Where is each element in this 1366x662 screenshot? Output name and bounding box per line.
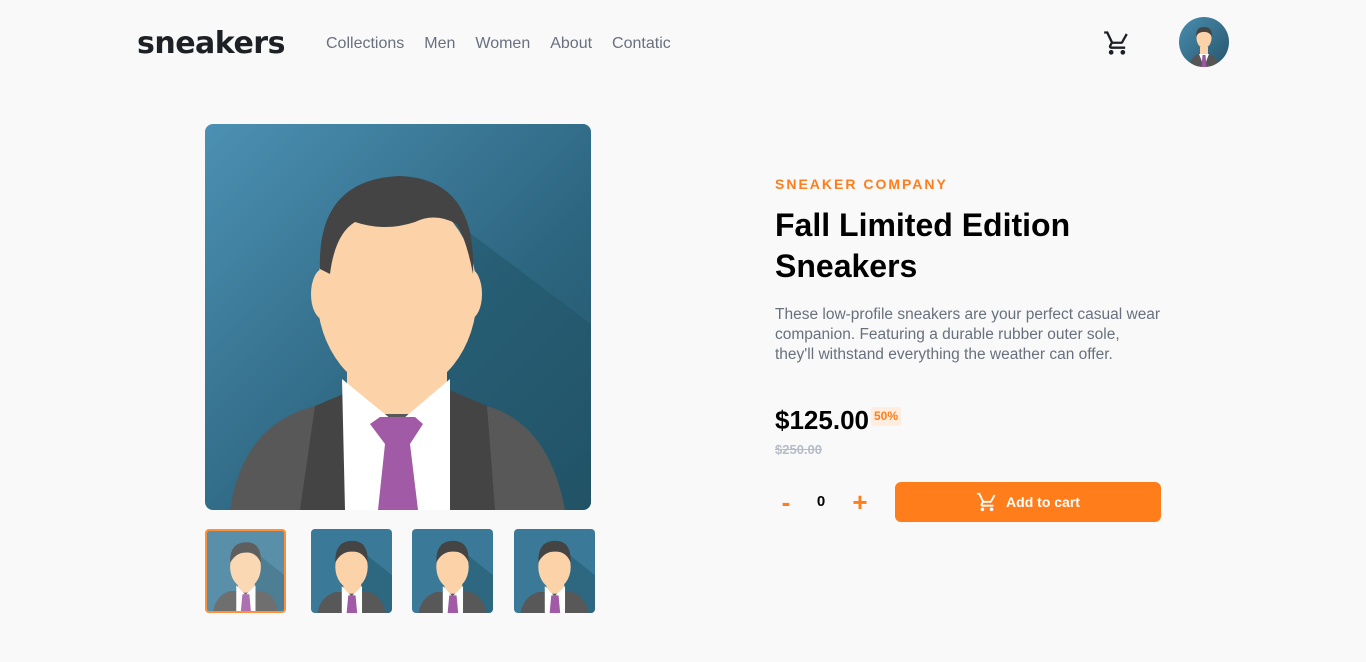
thumbnail-1[interactable] <box>205 529 286 613</box>
user-avatar[interactable] <box>1179 17 1229 67</box>
add-to-cart-label: Add to cart <box>1006 494 1080 510</box>
company-name: SNEAKER COMPANY <box>775 176 948 192</box>
nav-women[interactable]: Women <box>475 35 530 53</box>
product-page: sneakers Collections Men Women About Con… <box>0 0 1366 662</box>
quantity-value: 0 <box>816 493 826 510</box>
nav-men[interactable]: Men <box>424 35 455 53</box>
product-main-image[interactable] <box>205 124 591 510</box>
current-price: $125.00 <box>775 405 869 435</box>
add-to-cart-button[interactable]: Add to cart <box>895 482 1161 522</box>
product-description: These low-profile sneakers are your perf… <box>775 306 1161 363</box>
logo[interactable]: sneakers <box>137 26 285 61</box>
cart-icon <box>976 491 998 513</box>
quantity-decrease-button[interactable]: - <box>774 486 798 518</box>
main-nav: Collections Men Women About Contatic <box>326 35 691 53</box>
nav-contact[interactable]: Contatic <box>612 35 671 53</box>
product-title: Fall Limited Edition Sneakers <box>775 207 1071 284</box>
thumbnail-3[interactable] <box>412 529 493 613</box>
thumbnail-4[interactable] <box>514 529 595 613</box>
quantity-increase-button[interactable]: + <box>848 486 872 518</box>
thumbnail-2[interactable] <box>311 529 392 613</box>
cart-icon[interactable] <box>1103 29 1131 57</box>
original-price: $250.00 <box>775 442 822 457</box>
nav-collections[interactable]: Collections <box>326 35 404 53</box>
discount-badge: 50% <box>871 407 901 426</box>
nav-about[interactable]: About <box>550 35 592 53</box>
